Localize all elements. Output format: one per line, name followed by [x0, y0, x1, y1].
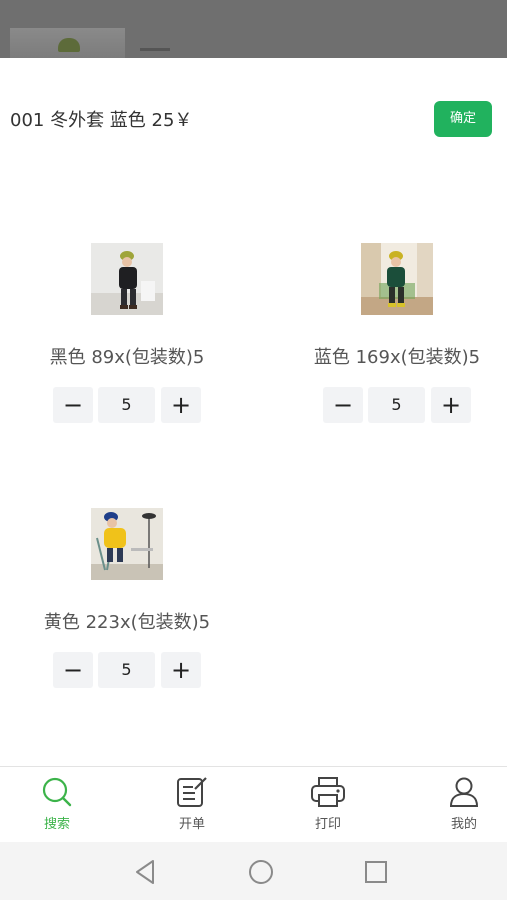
home-icon[interactable]	[247, 858, 275, 886]
variant-bottom-sheet: 001 冬外套 蓝色 25￥ 确定 黑色 89x(包装数)5 − 5 + 蓝色 …	[0, 58, 507, 766]
user-icon	[449, 777, 479, 807]
confirm-button[interactable]: 确定	[434, 101, 492, 137]
tab-label: 我的	[450, 817, 477, 832]
backdrop-product-image	[10, 28, 125, 58]
tab-print[interactable]: 打印	[288, 775, 368, 839]
quantity-stepper: − 5 +	[53, 652, 201, 688]
back-icon[interactable]	[131, 858, 159, 886]
kid-photo-black	[91, 243, 163, 315]
quantity-field[interactable]: 5	[98, 387, 155, 423]
decrement-button[interactable]: −	[323, 387, 363, 423]
system-nav-bar	[0, 842, 507, 900]
tab-search[interactable]: 搜索	[17, 775, 97, 839]
backdrop-image-detail	[58, 38, 80, 52]
quantity-stepper: − 5 +	[53, 387, 201, 423]
increment-button[interactable]: +	[431, 387, 471, 423]
screen: 001 冬外套 蓝色 25￥ 确定 黑色 89x(包装数)5 − 5 + 蓝色 …	[0, 0, 507, 900]
kid-photo-yellow	[91, 508, 163, 580]
variant-blue: 蓝色 169x(包装数)5 − 5 +	[287, 243, 507, 443]
tab-label: 打印	[314, 817, 341, 832]
variant-yellow: 黄色 223x(包装数)5 − 5 +	[17, 508, 237, 708]
variant-image-yellow[interactable]	[91, 508, 163, 580]
edit-icon	[177, 777, 207, 807]
variant-label: 黑色 89x(包装数)5	[49, 347, 205, 368]
variant-label: 黄色 223x(包装数)5	[43, 612, 211, 633]
backdrop-title	[140, 48, 170, 58]
search-icon	[42, 777, 72, 807]
decrement-button[interactable]: −	[53, 652, 93, 688]
increment-button[interactable]: +	[161, 652, 201, 688]
product-title: 001 冬外套 蓝色 25￥	[10, 110, 193, 131]
variant-image-blue[interactable]	[361, 243, 433, 315]
quantity-field[interactable]: 5	[98, 652, 155, 688]
dimmed-backdrop[interactable]	[0, 0, 507, 58]
printer-icon	[311, 777, 345, 807]
tab-profile[interactable]: 我的	[424, 775, 504, 839]
decrement-button[interactable]: −	[53, 387, 93, 423]
kid-photo-blue	[361, 243, 433, 315]
bottom-tab-bar: 搜索 开单 打印 我的	[0, 766, 507, 843]
tab-label: 开单	[178, 817, 205, 832]
quantity-field[interactable]: 5	[368, 387, 425, 423]
variant-label: 蓝色 169x(包装数)5	[313, 347, 481, 368]
recents-icon[interactable]	[362, 858, 390, 886]
variant-image-black[interactable]	[91, 243, 163, 315]
tab-create-order[interactable]: 开单	[152, 775, 232, 839]
variant-black: 黑色 89x(包装数)5 − 5 +	[17, 243, 237, 443]
tab-label: 搜索	[43, 817, 70, 832]
quantity-stepper: − 5 +	[323, 387, 471, 423]
increment-button[interactable]: +	[161, 387, 201, 423]
